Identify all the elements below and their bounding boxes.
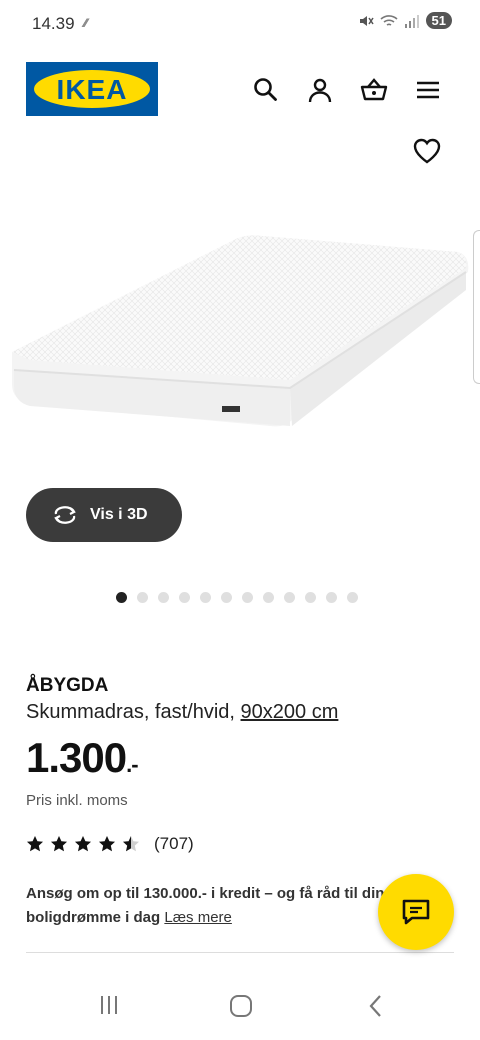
back-icon[interactable] <box>366 994 386 1018</box>
star-icon <box>27 836 43 852</box>
chat-button[interactable] <box>378 874 454 950</box>
search-icon[interactable] <box>252 76 280 104</box>
product-price: 1.300.- <box>26 734 139 782</box>
carousel-dot[interactable] <box>347 592 358 603</box>
price-main: 1.300 <box>26 734 127 781</box>
heart-icon[interactable] <box>412 136 442 166</box>
home-icon[interactable] <box>229 994 253 1018</box>
read-more-link[interactable]: Læs mere <box>164 909 232 926</box>
chat-icon <box>402 899 430 925</box>
ikea-logo[interactable]: IKEA <box>26 62 158 116</box>
carousel-dot[interactable] <box>305 592 316 603</box>
rotate-3d-icon <box>54 506 76 524</box>
side-panel-handle[interactable] <box>473 230 480 384</box>
carousel-dot[interactable] <box>137 592 148 603</box>
star-icon <box>99 836 115 852</box>
status-time: 14.39 <box>32 14 75 33</box>
account-icon[interactable] <box>306 76 334 104</box>
product-image[interactable] <box>0 220 480 460</box>
star-icon <box>123 836 139 852</box>
basket-icon[interactable] <box>360 76 388 104</box>
carousel-dot[interactable] <box>263 592 274 603</box>
status-icons: 51 <box>358 12 452 29</box>
carousel-dots[interactable] <box>116 592 358 603</box>
carousel-dot[interactable] <box>200 592 211 603</box>
status-bar: 14.39 ⁄⁄⁄ 51 <box>0 0 480 48</box>
view-3d-label: Vis i 3D <box>90 506 148 523</box>
carousel-dot[interactable] <box>158 592 169 603</box>
star-icon <box>75 836 91 852</box>
battery-indicator: 51 <box>425 12 452 29</box>
menu-icon[interactable] <box>414 76 442 104</box>
logo-text: IKEA <box>56 74 128 105</box>
credit-promo: Ansøg om op til 130.000.- i kredit – og … <box>26 882 426 930</box>
wifi-icon <box>379 14 398 26</box>
system-nav-bar <box>0 976 480 1040</box>
carousel-dot[interactable] <box>179 592 190 603</box>
carousel-dot[interactable] <box>116 592 127 603</box>
rating-count: (707) <box>154 834 194 853</box>
recent-apps-icon[interactable] <box>98 994 120 1016</box>
divider <box>26 952 454 953</box>
product-name: ÅBYGDA <box>26 675 109 696</box>
size-link[interactable]: 90x200 cm <box>241 701 339 723</box>
product-description: Skummadras, fast/hvid, 90x200 cm <box>26 701 338 724</box>
rating[interactable]: (707) <box>26 834 194 854</box>
star-icon <box>51 836 67 852</box>
carousel-dot[interactable] <box>284 592 295 603</box>
carousel-dot[interactable] <box>242 592 253 603</box>
description-text: Skummadras, fast/hvid, <box>26 701 241 723</box>
view-3d-button[interactable]: Vis i 3D <box>26 488 182 542</box>
site-header: IKEA <box>0 60 480 120</box>
carousel-dot[interactable] <box>221 592 232 603</box>
notification-icon: ⁄⁄⁄ <box>84 16 88 30</box>
vat-note: Pris inkl. moms <box>26 792 128 809</box>
rating-stars <box>26 835 140 853</box>
price-suffix: .- <box>126 752 138 777</box>
signal-icon <box>404 14 419 28</box>
mute-icon <box>359 15 374 26</box>
carousel-dot[interactable] <box>326 592 337 603</box>
